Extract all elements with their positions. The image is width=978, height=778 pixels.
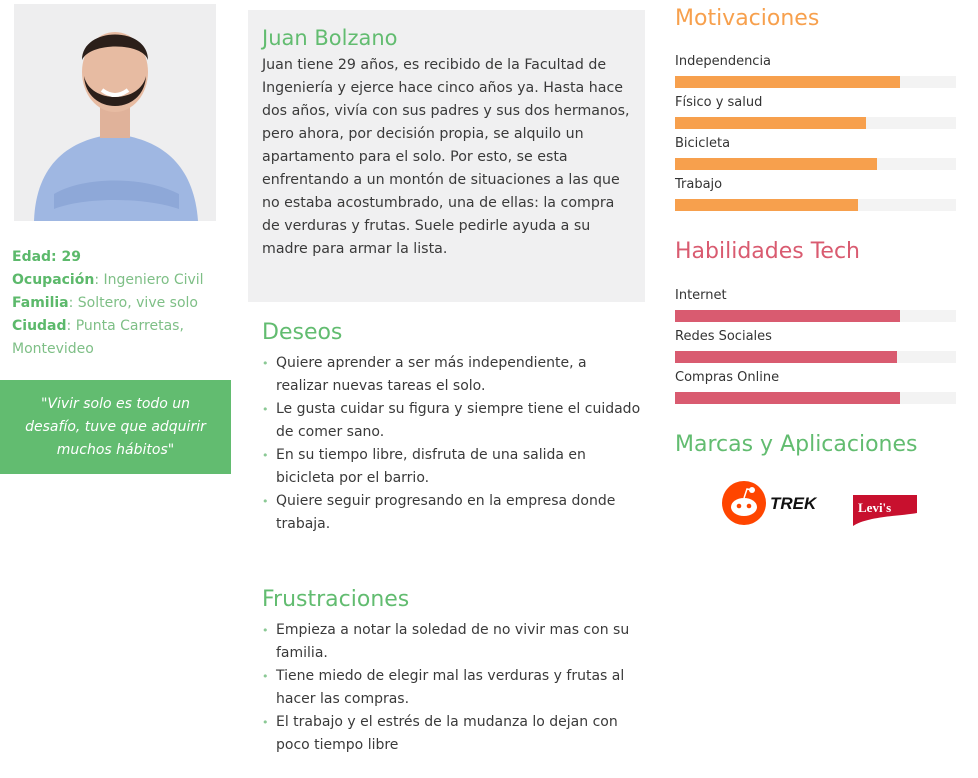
family-value: : Soltero, vive solo [68, 295, 198, 311]
persona-name: Juan Bolzano [262, 26, 398, 50]
profile-photo [14, 4, 216, 221]
motivaciones-title: Motivaciones [675, 6, 820, 31]
levis-text: Levi's [858, 500, 891, 515]
habilidades-title: Habilidades Tech [675, 239, 861, 264]
deseos-title: Deseos [262, 320, 343, 345]
habilidad-bar-fill [675, 310, 900, 322]
list-item: Le gusta cuidar su figura y siempre tien… [262, 398, 642, 444]
family-key: Familia [12, 295, 69, 311]
habilidad-bar-track [675, 351, 956, 363]
habilidad-bar-track [675, 392, 956, 404]
motivacion-bar-fill [675, 117, 867, 129]
list-item: Quiere aprender a ser más independiente,… [262, 352, 642, 398]
quote-box: "Vivir solo es todo un desafío, tuve que… [0, 380, 231, 474]
list-item: Quiere seguir progresando en la empresa … [262, 490, 642, 536]
motivacion-bar-fill [675, 158, 878, 170]
levis-logo: Levi's [853, 495, 917, 526]
frustraciones-list: Empieza a notar la soledad de no vivir m… [262, 619, 642, 757]
list-item: En su tiempo libre, disfruta de una sali… [262, 444, 642, 490]
age-label: Edad: 29 [12, 249, 82, 265]
habilidad-bar-track [675, 310, 956, 322]
habilidad-label: Redes Sociales [675, 329, 772, 344]
reddit-logo [722, 481, 766, 525]
list-item: Empieza a notar la soledad de no vivir m… [262, 619, 642, 665]
brand-logos: TREK Levi's [722, 478, 922, 528]
trek-logo: TREK [770, 494, 818, 513]
motivacion-bar-track [675, 158, 956, 170]
list-item: Tiene miedo de elegir mal las verduras y… [262, 665, 642, 711]
bio-text: Juan tiene 29 años, es recibido de la Fa… [262, 57, 630, 257]
motivacion-label: Bicicleta [675, 136, 731, 151]
habilidad-bar-fill [675, 392, 900, 404]
occupation-value: : Ingeniero Civil [94, 272, 204, 288]
habilidad-label: Compras Online [675, 370, 780, 385]
bio-card: Juan Bolzano Juan tiene 29 años, es reci… [248, 10, 645, 302]
motivacion-label: Físico y salud [675, 95, 763, 110]
habilidad-bar-fill [675, 351, 897, 363]
motivacion-bar-track [675, 76, 956, 88]
deseos-list: Quiere aprender a ser más independiente,… [262, 352, 642, 536]
habilidad-label: Internet [675, 288, 727, 303]
motivacion-bar-fill [675, 76, 900, 88]
motivacion-bar-fill [675, 199, 858, 211]
marcas-title: Marcas y Aplicaciones [675, 432, 918, 457]
city-key: Ciudad [12, 318, 67, 334]
quote-text: "Vivir solo es todo un desafío, tuve que… [25, 396, 206, 458]
motivacion-bar-track [675, 117, 956, 129]
motivacion-label: Independencia [675, 54, 772, 69]
list-item: El trabajo y el estrés de la mudanza lo … [262, 711, 642, 757]
motivacion-label: Trabajo [675, 177, 723, 192]
profile-stats: Edad: 29 Ocupación: Ingeniero Civil Fami… [12, 246, 227, 361]
frustraciones-title: Frustraciones [262, 587, 410, 612]
occupation-key: Ocupación [12, 272, 95, 288]
motivacion-bar-track [675, 199, 956, 211]
